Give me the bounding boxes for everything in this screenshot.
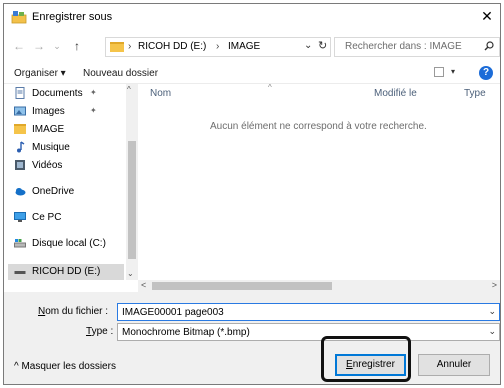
file-type-dropdown-button[interactable]: ⌄ <box>488 326 496 337</box>
filename-value: IMAGE00001 page003 <box>122 307 224 318</box>
file-list[interactable]: Nom ^ Modifié le Type Aucun élément ne c… <box>138 83 500 280</box>
breadcrumb-folder[interactable]: IMAGE <box>228 41 260 52</box>
save-button[interactable]: Enregistrer <box>335 354 406 376</box>
sidebar-item-ricoh-drive[interactable]: RICOH DD (E:) <box>8 264 124 280</box>
pin-icon: ✦ <box>90 88 97 97</box>
navigation-bar: ← → ⌄ ↑ › RICOH DD (E:) › IMAGE ⌄ ↻ Rech… <box>4 30 500 62</box>
screenshot-background: Enregistrer sous ✕ ← → ⌄ ↑ › RICOH DD (E… <box>0 0 504 388</box>
sidebar-item-label: Vidéos <box>32 160 63 171</box>
sidebar-item-label: Disque local (C:) <box>32 238 106 249</box>
file-type-select[interactable]: Monochrome Bitmap (*.bmp) ⌄ <box>117 323 500 341</box>
pin-icon: ✦ <box>90 106 97 115</box>
dialog-footer: ^ Masquer les dossiers Enregistrer Annul… <box>4 342 500 384</box>
usb-drive-icon <box>14 271 26 274</box>
scrollbar-thumb[interactable] <box>128 141 136 259</box>
column-header-modified[interactable]: Modifié le <box>374 88 417 99</box>
column-header-name[interactable]: Nom <box>150 88 171 99</box>
up-folder-button[interactable]: ↑ <box>70 38 84 54</box>
scroll-up-button[interactable]: ^ <box>127 85 131 94</box>
pictures-icon <box>14 106 26 116</box>
breadcrumb-drive[interactable]: RICOH DD (E:) <box>138 41 206 52</box>
cancel-button[interactable]: Annuler <box>418 354 490 376</box>
hide-folders-toggle[interactable]: ^ Masquer les dossiers <box>14 361 116 372</box>
empty-folder-message: Aucun élément ne correspond à votre rech… <box>210 121 427 132</box>
sidebar-item-label: OneDrive <box>32 186 75 197</box>
address-dropdown-button[interactable]: ⌄ <box>304 40 312 51</box>
search-placeholder: Rechercher dans : IMAGE <box>345 41 462 52</box>
sidebar-item-label: Images <box>32 106 65 117</box>
documents-icon <box>15 87 25 99</box>
videos-icon <box>15 160 25 170</box>
sidebar-item-label: IMAGE <box>32 124 65 135</box>
sidebar-item-label: Musique <box>32 142 70 153</box>
back-button[interactable]: ← <box>12 38 26 54</box>
filename-label: Nom du fichier : <box>38 306 109 317</box>
music-icon <box>17 141 25 153</box>
filename-input[interactable]: IMAGE00001 page003 ⌄ <box>117 303 500 321</box>
view-options-dropdown[interactable]: ▾ <box>451 67 455 76</box>
this-pc-icon <box>14 212 26 222</box>
save-dialog-icon <box>11 11 27 24</box>
view-options-icon[interactable] <box>434 67 444 77</box>
save-form: Nom du fichier : IMAGE00001 page003 ⌄ Ty… <box>4 292 500 342</box>
command-toolbar: Organiser ▾ Nouveau dossier ▾ ? <box>4 62 500 84</box>
breadcrumb-separator: › <box>216 41 220 52</box>
refresh-button[interactable]: ↻ <box>318 39 327 52</box>
close-button[interactable]: ✕ <box>478 7 496 25</box>
navigation-pane: Documents ✦ Images ✦ IMAGE Musique Vidéo… <box>4 84 138 280</box>
title-bar: Enregistrer sous ✕ <box>4 4 500 30</box>
scroll-left-button[interactable]: < <box>141 280 146 290</box>
forward-button[interactable]: → <box>32 38 46 54</box>
scroll-down-button[interactable]: ⌄ <box>127 269 134 278</box>
address-bar[interactable]: › RICOH DD (E:) › IMAGE ⌄ ↻ <box>105 37 331 57</box>
filename-dropdown-button[interactable]: ⌄ <box>488 306 496 317</box>
help-icon[interactable]: ? <box>479 66 493 80</box>
new-folder-button[interactable]: Nouveau dossier <box>83 68 158 79</box>
sidebar-item-label: Documents <box>32 88 83 99</box>
folder-icon <box>110 42 124 52</box>
sidebar-item-label: RICOH DD (E:) <box>32 266 101 277</box>
sort-indicator: ^ <box>268 83 272 92</box>
save-as-dialog: Enregistrer sous ✕ ← → ⌄ ↑ › RICOH DD (E… <box>3 3 501 385</box>
sidebar-item-label: Ce PC <box>32 212 62 223</box>
organize-menu[interactable]: Organiser ▾ <box>14 68 66 79</box>
sidebar-scrollbar[interactable]: ^ ⌄ <box>126 84 138 280</box>
scrollbar-thumb[interactable] <box>152 282 332 290</box>
search-box[interactable]: Rechercher dans : IMAGE <box>334 37 500 57</box>
folder-icon <box>14 124 26 134</box>
recent-locations-button[interactable]: ⌄ <box>50 38 64 54</box>
search-icon[interactable] <box>484 41 494 51</box>
browser-area: Documents ✦ Images ✦ IMAGE Musique Vidéo… <box>4 83 500 292</box>
onedrive-icon <box>15 188 26 196</box>
scroll-right-button[interactable]: > <box>492 280 497 290</box>
file-type-value: Monochrome Bitmap (*.bmp) <box>122 327 250 338</box>
type-label: Type : <box>86 326 114 337</box>
local-disk-icon <box>14 239 26 248</box>
column-header-type[interactable]: Type <box>464 88 486 99</box>
window-title: Enregistrer sous <box>32 11 113 23</box>
breadcrumb-separator: › <box>128 41 132 52</box>
file-list-scrollbar[interactable]: < > <box>138 280 500 292</box>
